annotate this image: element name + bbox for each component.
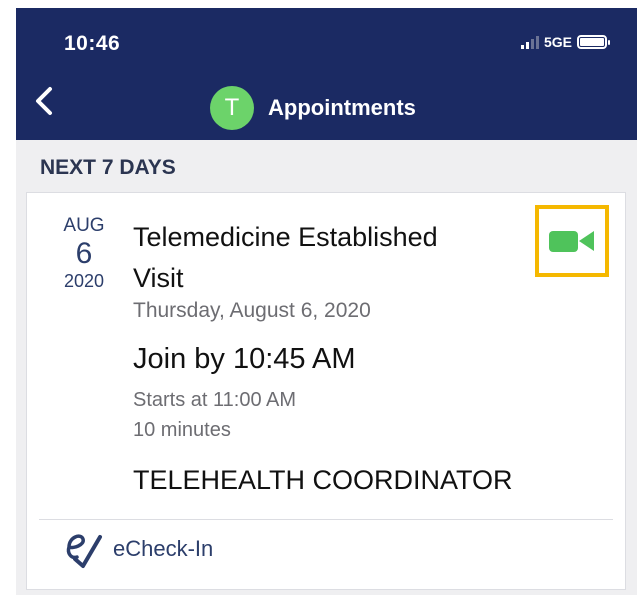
page-title: Appointments [268,95,416,120]
nav-title: T Appointments [210,86,416,130]
app-screen: 10:46 5GE T Appointments NEXT 7 DAYS AUG… [16,8,637,595]
date-day: 6 [75,237,93,270]
echeck-in-icon [66,534,102,568]
battery-icon [577,35,610,49]
avatar[interactable]: T [210,86,254,130]
appointment-card[interactable]: AUG 6 2020 Telemedicine Established Visi… [26,192,626,590]
network-type: 5GE [543,34,572,50]
section-header: NEXT 7 DAYS [40,156,176,179]
appointment-title: Telemedicine Established Visit [133,222,438,293]
status-time: 10:46 [64,32,121,55]
start-time: Starts at 11:00 AM [133,389,297,411]
status-indicators: 5GE [520,34,610,50]
chevron-left-icon [36,87,52,115]
back-button[interactable] [30,86,60,116]
join-by-time: Join by 10:45 AM [133,343,356,375]
divider [39,519,613,520]
signal-icon [520,35,539,49]
echeck-in-label: eCheck-In [113,536,214,561]
date-month: AUG [63,215,105,236]
app-header: 10:46 5GE T Appointments [16,8,637,140]
video-visit-button[interactable] [535,205,609,277]
echeck-in-button[interactable]: eCheck-In [63,529,213,569]
duration: 10 minutes [133,419,231,441]
provider-name: TELEHEALTH COORDINATOR [133,465,513,495]
date-year: 2020 [63,271,105,291]
date-block: AUG 6 2020 [49,215,119,292]
appointment-date: Thursday, August 6, 2020 [133,299,371,322]
video-camera-icon [549,231,594,252]
